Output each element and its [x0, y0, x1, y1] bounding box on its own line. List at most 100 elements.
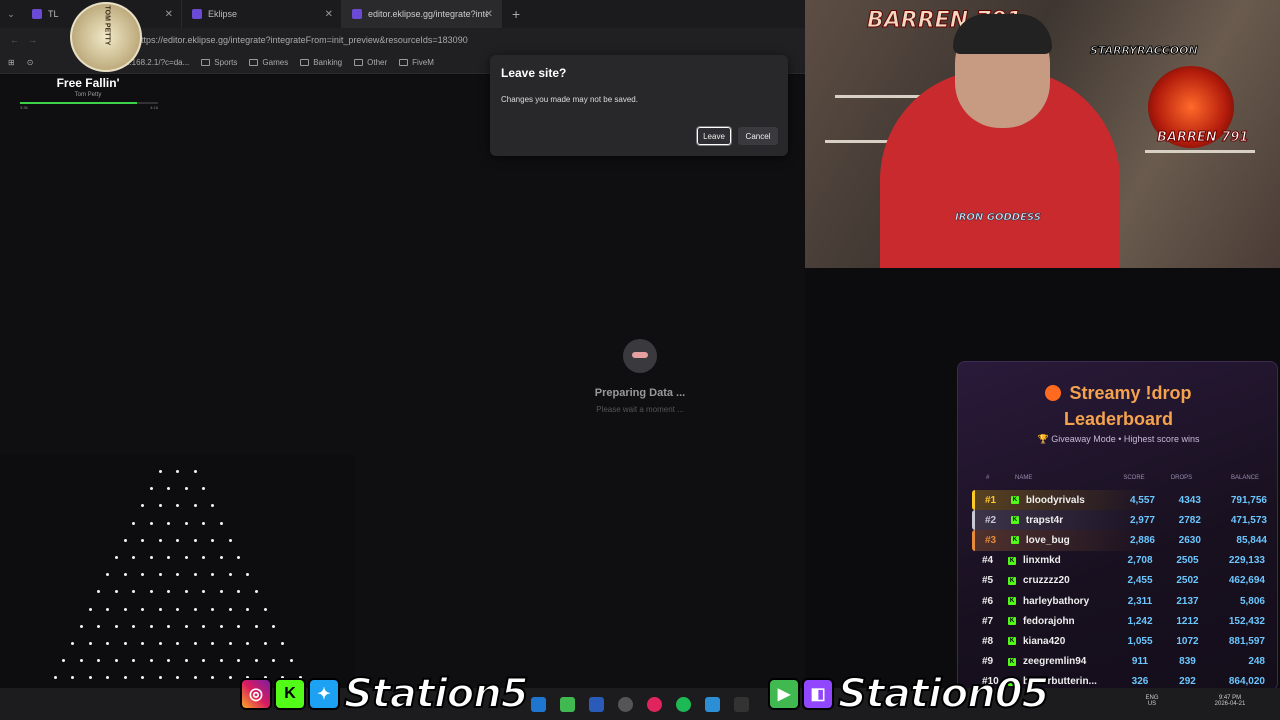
folder-icon: [249, 59, 259, 66]
app-icon[interactable]: [647, 697, 662, 712]
shirt-text: IRON GODDESS: [955, 212, 1041, 224]
leaderboard-row: #2 Ktrapst4r 2,977 2782 471,573: [972, 510, 1267, 531]
edge-icon[interactable]: [531, 697, 546, 712]
plinko-peg: [106, 607, 109, 611]
bookmark-sports[interactable]: Sports: [201, 58, 237, 67]
plinko-peg: [237, 659, 241, 663]
plinko-peg: [149, 521, 153, 525]
plinko-peg: [141, 607, 144, 611]
row-name: cruzzzz20: [1023, 575, 1070, 587]
plinko-peg: [228, 642, 232, 645]
plinko-peg: [114, 659, 118, 663]
plinko-peg: [167, 521, 171, 525]
app-icon[interactable]: [618, 697, 633, 712]
row-balance: 229,133: [1228, 555, 1265, 567]
twitter-icon: ✦: [308, 678, 340, 710]
social-overlay-left: ◎ K ✦ Station5: [240, 670, 530, 718]
plinko-peg: [132, 556, 136, 559]
plinko-peg: [193, 573, 197, 577]
plinko-peg: [176, 607, 179, 611]
row-balance: 471,573: [1230, 514, 1267, 526]
album-art: TOM PETTY: [70, 2, 142, 72]
bookmark-other[interactable]: Other: [354, 58, 387, 67]
instagram-icon: ◎: [240, 678, 272, 710]
row-drops: 839: [1179, 656, 1196, 668]
row-balance: 791,756: [1230, 494, 1267, 506]
plinko-peg: [184, 556, 188, 559]
row-rank: #4: [982, 555, 994, 567]
row-name: bloodyrivals: [1025, 494, 1085, 506]
loading-indicator: Preparing Data ... Please wait a moment …: [560, 335, 720, 414]
new-tab-icon[interactable]: +: [512, 6, 520, 22]
bookmark-banking[interactable]: Banking: [300, 58, 342, 67]
spotify-icon[interactable]: [676, 697, 691, 712]
plinko-peg: [184, 659, 188, 663]
streamer-hair: [953, 14, 1052, 54]
song-artist: Tom Petty: [74, 92, 102, 98]
plinko-peg: [106, 642, 109, 645]
plinko-peg: [176, 504, 179, 508]
close-tab-icon[interactable]: ✕: [325, 9, 333, 20]
plinko-peg: [158, 504, 162, 508]
plinko-peg: [79, 659, 83, 663]
close-tab-icon[interactable]: ✕: [485, 9, 493, 20]
loading-title: Preparing Data ...: [594, 387, 686, 399]
row-name: harleybathory: [1023, 595, 1090, 607]
leave-button[interactable]: Leave: [696, 126, 732, 146]
bookmark-games[interactable]: Games: [249, 58, 288, 67]
plinko-peg: [211, 538, 214, 542]
row-name: love_bug: [1025, 534, 1070, 546]
row-rank: #5: [982, 575, 994, 587]
kick-icon: K: [1008, 617, 1016, 626]
tab-editor[interactable]: editor.eklipse.gg/integrate?integr ✕: [342, 0, 502, 28]
plinko-peg: [132, 521, 136, 525]
close-tab-icon[interactable]: ✕: [165, 9, 173, 20]
tab-eklipse[interactable]: Eklipse ✕: [182, 0, 342, 28]
song-title: Free Fallin': [56, 76, 120, 90]
loading-subtitle: Please wait a moment ...: [596, 405, 684, 414]
plinko-peg: [132, 590, 136, 594]
plinko-peg: [228, 676, 232, 680]
cancel-button[interactable]: Cancel: [738, 127, 778, 145]
plinko-peg: [211, 573, 214, 577]
album-text: TOM PETTY: [103, 5, 111, 46]
app-icon[interactable]: [589, 697, 604, 712]
row-balance: 85,844: [1236, 534, 1267, 546]
plinko-peg: [281, 642, 284, 645]
play-icon: ▶: [768, 678, 800, 710]
plinko-peg: [289, 659, 293, 663]
apps-icon[interactable]: ⊞: [8, 58, 15, 67]
plinko-peg: [123, 538, 127, 542]
plinko-peg: [149, 556, 153, 559]
url-field[interactable]: https://editor.eklipse.gg/integrate?inte…: [136, 35, 468, 45]
plinko-peg: [149, 624, 153, 628]
app-icon[interactable]: [560, 697, 575, 712]
row-balance: 881,597: [1228, 635, 1265, 647]
row-balance: 152,432: [1228, 615, 1265, 627]
plinko-peg: [219, 659, 223, 663]
plinko-peg: [88, 642, 92, 645]
leaderboard-row: #4 Klinxmkd 2,708 2505 229,133: [972, 551, 1267, 571]
social-handle: Station5: [343, 670, 530, 718]
tray-lang[interactable]: ENG US: [1138, 695, 1166, 707]
time-total: 4:16: [150, 105, 158, 110]
row-name: zeegremlin94: [1023, 656, 1087, 668]
plinko-peg: [149, 590, 153, 594]
row-score: 2,886: [1129, 534, 1155, 546]
plinko-peg: [149, 487, 153, 491]
plinko-peg: [246, 642, 249, 645]
row-rank: #7: [982, 615, 994, 627]
row-drops: 2782: [1178, 514, 1201, 526]
plinko-peg: [202, 487, 206, 491]
kick-icon: K: [1008, 657, 1016, 666]
plinko-peg: [202, 624, 206, 628]
col-name: NAME: [1015, 475, 1033, 481]
tray-clock[interactable]: 9:47 PM 2026-04-21: [1200, 695, 1260, 707]
leaderboard-title-line2: Leaderboard: [1063, 409, 1174, 429]
app-icon[interactable]: [705, 697, 720, 712]
leaderboard-row: #1 Kbloodyrivals 4,557 4343 791,756: [972, 490, 1267, 511]
plinko-peg: [176, 573, 179, 577]
bookmark-fivem[interactable]: FiveM: [399, 58, 434, 67]
app-icon[interactable]: [734, 697, 749, 712]
leaderboard-rows: #1 Kbloodyrivals 4,557 4343 791,756 #2 Ktrapst…: [972, 490, 1267, 692]
